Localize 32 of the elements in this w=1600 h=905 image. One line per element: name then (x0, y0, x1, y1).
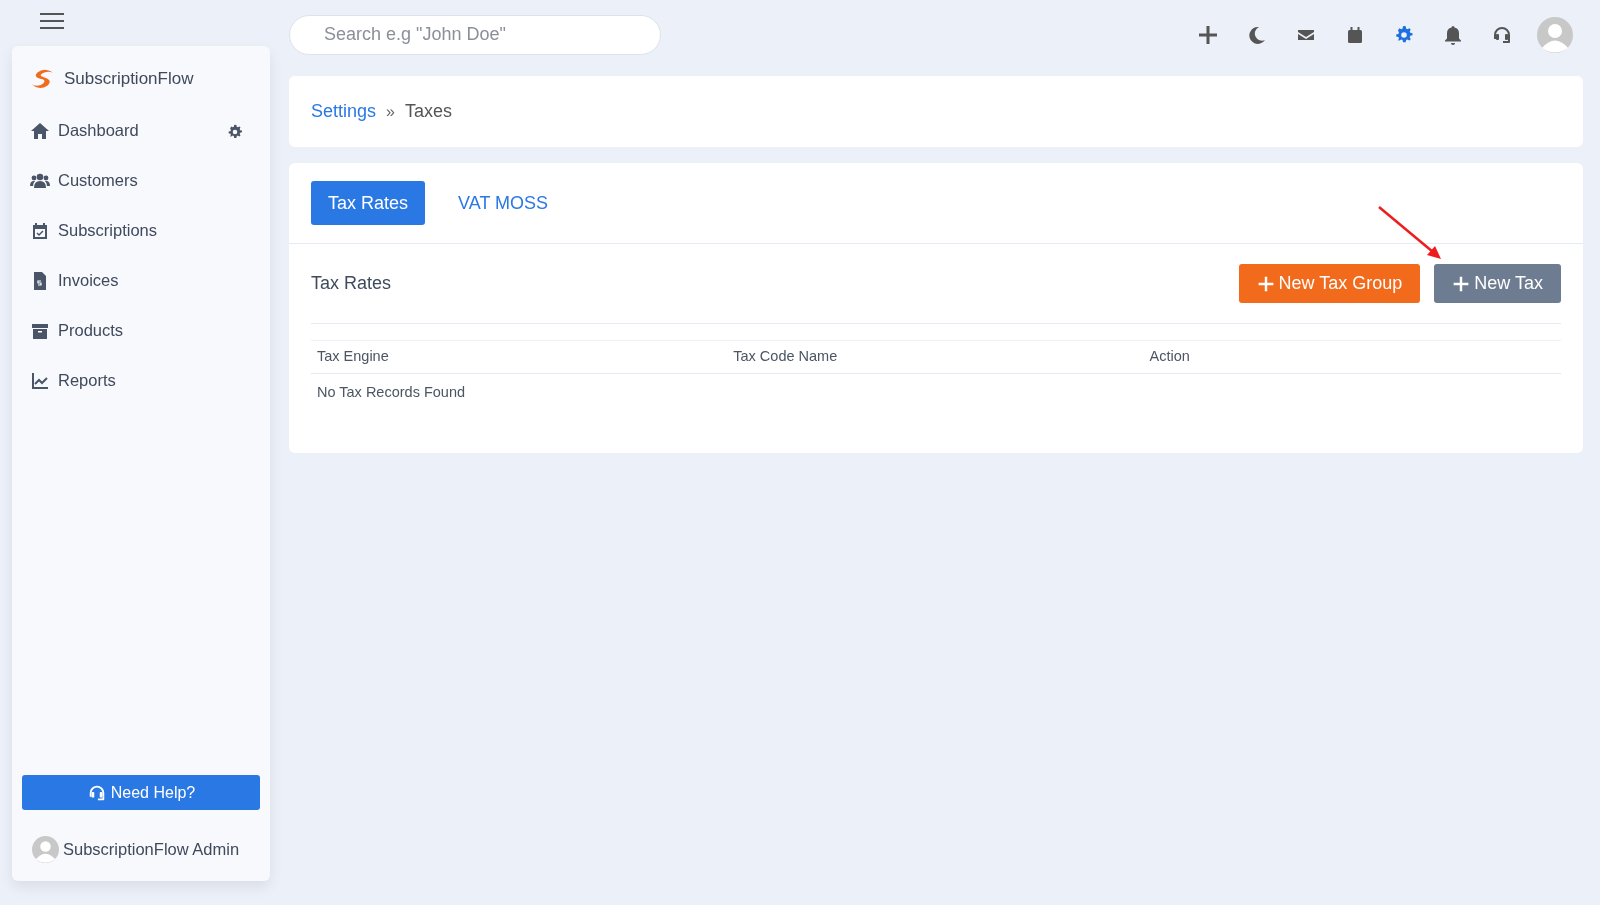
sidebar-item[interactable]: Customers (12, 155, 270, 206)
sidebar-item[interactable]: Dashboard (12, 105, 270, 156)
settings-icon (226, 122, 244, 141)
empty-message: No Tax Records Found (317, 384, 466, 400)
column-header: Tax Engine (316, 347, 390, 367)
brand-name: SubscriptionFlow (64, 68, 194, 90)
help-button[interactable]: Need Help? (22, 775, 260, 810)
user-name: SubscriptionFlow Admin (63, 839, 240, 861)
tab[interactable]: Tax Rates (311, 181, 426, 225)
sidebar-item[interactable]: Reports (12, 355, 270, 406)
column-header: Tax Code Name (732, 347, 839, 367)
plus-icon (1256, 274, 1275, 293)
sidebar-item[interactable]: Subscriptions (12, 205, 270, 256)
home-icon (30, 120, 50, 141)
section-title: Tax Rates (311, 272, 392, 295)
sidebar-item[interactable]: Products (12, 305, 270, 356)
avatar-icon (32, 836, 59, 863)
tab[interactable]: VAT MOSS (441, 181, 566, 225)
column-header: Action (1148, 347, 1191, 367)
search-field[interactable]: Search e.g "John Doe" (289, 14, 661, 55)
calendar-check-icon (30, 220, 50, 241)
bell-icon[interactable] (1442, 23, 1464, 46)
sidebar-item[interactable]: Invoices (12, 255, 270, 306)
breadcrumb-current: Taxes (404, 100, 452, 123)
breadcrumb-link[interactable]: Settings (311, 98, 377, 125)
plus-icon (1452, 274, 1471, 293)
new-tax-button[interactable]: New Tax (1434, 264, 1561, 303)
plus-icon[interactable] (1197, 23, 1219, 46)
chart-icon (30, 370, 50, 391)
menu-icon[interactable] (40, 12, 64, 30)
arrow-annotation (1377, 205, 1443, 261)
breadcrumb-separator: » (386, 101, 395, 122)
